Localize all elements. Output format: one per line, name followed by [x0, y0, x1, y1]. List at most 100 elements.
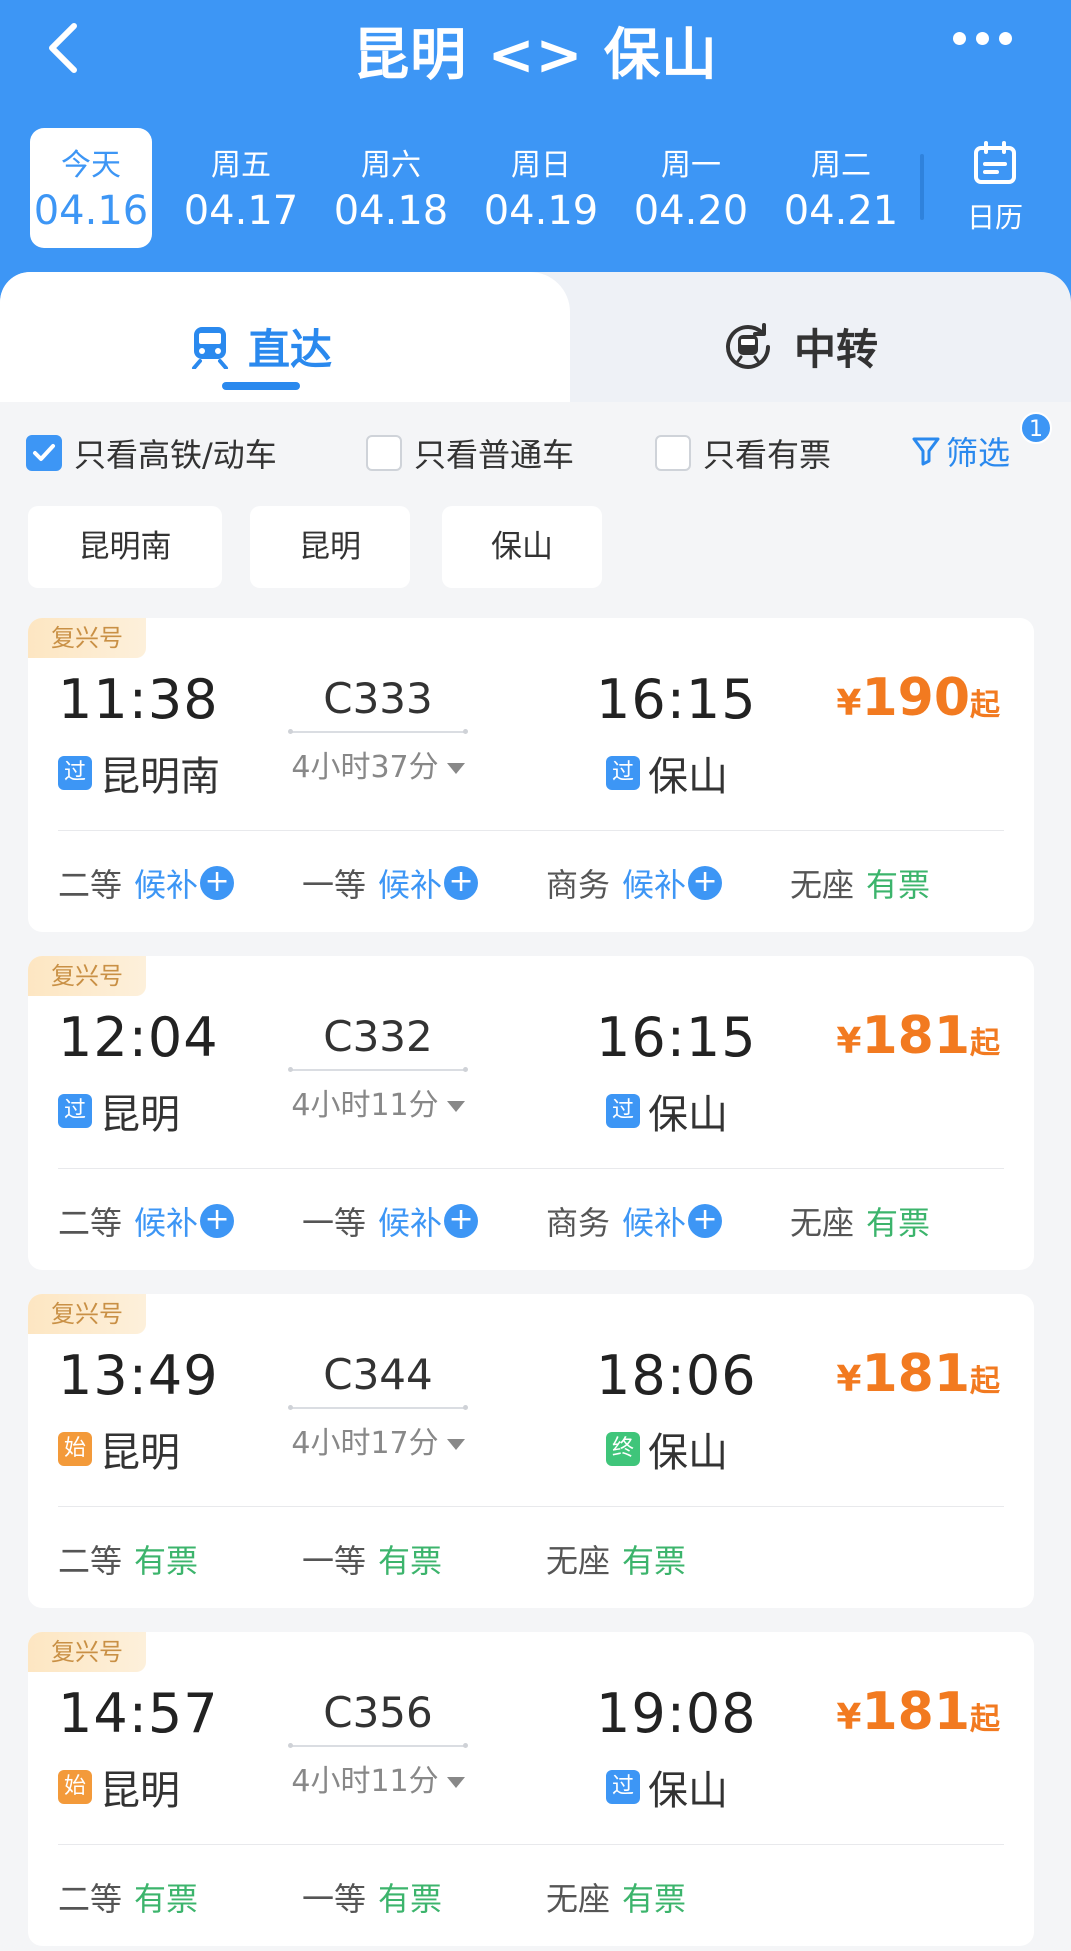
station-name: 保山: [648, 1430, 728, 1476]
train-card[interactable]: 复兴号 14:57 C356 4小时11分 19:08 始 昆明 过 保山 ¥ …: [28, 1632, 1034, 1946]
seat-no-seat[interactable]: 无座 有票: [790, 860, 930, 906]
train-brand-badge: 复兴号: [28, 618, 146, 658]
divider: [920, 154, 924, 220]
price-currency: ¥: [836, 1697, 862, 1738]
plus-circle-icon: +: [688, 1204, 723, 1238]
seat-first-class[interactable]: 一等 有票: [302, 1536, 442, 1582]
divider: [58, 830, 1004, 831]
train-number: C332: [323, 1012, 433, 1061]
seat-class: 二等: [58, 1542, 123, 1580]
date-weekday: 周六: [361, 148, 421, 183]
more-dot-icon: [953, 32, 966, 45]
more-button[interactable]: [953, 30, 1025, 60]
price-currency: ¥: [836, 1021, 862, 1062]
station-chip[interactable]: 昆明: [250, 506, 410, 588]
plus-circle-icon: +: [200, 1204, 235, 1238]
duration-toggle[interactable]: 4小时11分: [278, 1080, 478, 1124]
station-chip[interactable]: 保山: [442, 506, 602, 588]
date-item[interactable]: 周二 04.21: [780, 128, 902, 248]
departure-time: 13:49: [58, 1344, 219, 1407]
more-dot-icon: [976, 32, 989, 45]
seat-first-class[interactable]: 一等 候补 +: [302, 860, 479, 906]
seat-business-class[interactable]: 商务 候补 +: [546, 1198, 723, 1244]
seat-status: 候补: [134, 1204, 199, 1242]
seat-status: 候补: [378, 1204, 443, 1242]
plus-circle-icon: +: [200, 866, 235, 900]
date-value: 04.17: [183, 188, 299, 234]
filter-bar: 只看高铁/动车 只看普通车 只看有票 筛选 1 昆明南 昆明 保山: [0, 402, 1071, 610]
seat-class: 无座: [546, 1880, 611, 1918]
station-name: 保山: [648, 1092, 728, 1138]
tab-direct[interactable]: 直达: [0, 272, 570, 402]
checkbox-label: 只看有票: [703, 436, 832, 474]
seat-class: 无座: [790, 866, 855, 904]
seat-status: 有票: [378, 1880, 443, 1918]
departure-station: 过 昆明: [58, 1082, 180, 1140]
tab-transfer-label: 中转: [794, 325, 879, 374]
seat-status: 候补: [622, 1204, 687, 1242]
price-value: 181: [861, 1344, 970, 1404]
seat-second-class[interactable]: 二等 有票: [58, 1874, 198, 1920]
date-item[interactable]: 周一 04.20: [630, 128, 752, 248]
seat-class: 商务: [546, 1204, 611, 1242]
high-speed-only-checkbox[interactable]: 只看高铁/动车: [26, 430, 277, 476]
seat-second-class[interactable]: 二等 有票: [58, 1536, 198, 1582]
station-name: 昆明南: [100, 754, 220, 800]
seat-class: 二等: [58, 1204, 123, 1242]
train-number: C333: [323, 674, 433, 723]
price-currency: ¥: [836, 683, 862, 724]
seat-class: 一等: [302, 1880, 367, 1918]
departure-time: 11:38: [58, 668, 219, 731]
train-card[interactable]: 复兴号 13:49 C344 4小时17分 18:06 始 昆明 终 保山 ¥ …: [28, 1294, 1034, 1608]
arrival-station: 过 保山: [606, 1758, 728, 1816]
seat-second-class[interactable]: 二等 候补 +: [58, 860, 235, 906]
tab-transfer[interactable]: 中转: [570, 272, 1071, 402]
price: ¥ 181 起: [836, 1344, 1000, 1404]
plus-circle-icon: +: [444, 866, 479, 900]
available-only-checkbox[interactable]: 只看有票: [655, 430, 831, 476]
date-item-today[interactable]: 今天 04.16: [30, 128, 152, 248]
pass-through-tag: 过: [58, 1094, 92, 1128]
arrival-time: 18:06: [596, 1344, 757, 1407]
filter-button[interactable]: 筛选: [912, 428, 1010, 474]
date-item[interactable]: 周六 04.18: [330, 128, 452, 248]
date-value: 04.20: [633, 188, 749, 234]
seat-no-seat[interactable]: 无座 有票: [546, 1536, 686, 1582]
duration-toggle[interactable]: 4小时17分: [278, 1418, 478, 1462]
train-number: C356: [323, 1688, 433, 1737]
pass-through-tag: 过: [606, 1770, 640, 1804]
duration-toggle[interactable]: 4小时11分: [278, 1756, 478, 1800]
seat-class: 一等: [302, 1542, 367, 1580]
calendar-label: 日历: [966, 201, 1023, 234]
station-chip[interactable]: 昆明南: [28, 506, 222, 588]
arrival-time: 16:15: [596, 1006, 757, 1069]
price: ¥ 190 起: [836, 668, 1000, 728]
departure-time: 14:57: [58, 1682, 219, 1745]
seat-first-class[interactable]: 一等 有票: [302, 1874, 442, 1920]
filter-label: 筛选: [946, 434, 1011, 472]
seat-no-seat[interactable]: 无座 有票: [546, 1874, 686, 1920]
route-line: [288, 1067, 468, 1072]
seat-no-seat[interactable]: 无座 有票: [790, 1198, 930, 1244]
train-icon: [192, 326, 228, 369]
date-weekday: 周一: [661, 148, 721, 183]
regular-only-checkbox[interactable]: 只看普通车: [366, 430, 574, 476]
station-name: 昆明: [100, 1430, 180, 1476]
checkbox-label: 只看高铁/动车: [74, 436, 277, 474]
train-card[interactable]: 复兴号 11:38 C333 4小时37分 16:15 过 昆明南 过 保山 ¥…: [28, 618, 1034, 932]
seat-first-class[interactable]: 一等 候补 +: [302, 1198, 479, 1244]
duration-text: 4小时17分: [291, 1426, 439, 1461]
train-card[interactable]: 复兴号 12:04 C332 4小时11分 16:15 过 昆明 过 保山 ¥ …: [28, 956, 1034, 1270]
seat-business-class[interactable]: 商务 候补 +: [546, 860, 723, 906]
calendar-icon: [974, 141, 1016, 184]
seat-second-class[interactable]: 二等 候补 +: [58, 1198, 235, 1244]
train-brand-badge: 复兴号: [28, 1632, 146, 1672]
date-item[interactable]: 周五 04.17: [180, 128, 302, 248]
calendar-button[interactable]: 日历: [940, 140, 1050, 250]
duration-toggle[interactable]: 4小时37分: [278, 742, 478, 786]
seat-status: 有票: [622, 1880, 687, 1918]
more-dot-icon: [999, 32, 1012, 45]
checkbox-unchecked-icon: [655, 435, 691, 471]
tab-active-indicator: [222, 382, 300, 390]
date-item[interactable]: 周日 04.19: [480, 128, 602, 248]
